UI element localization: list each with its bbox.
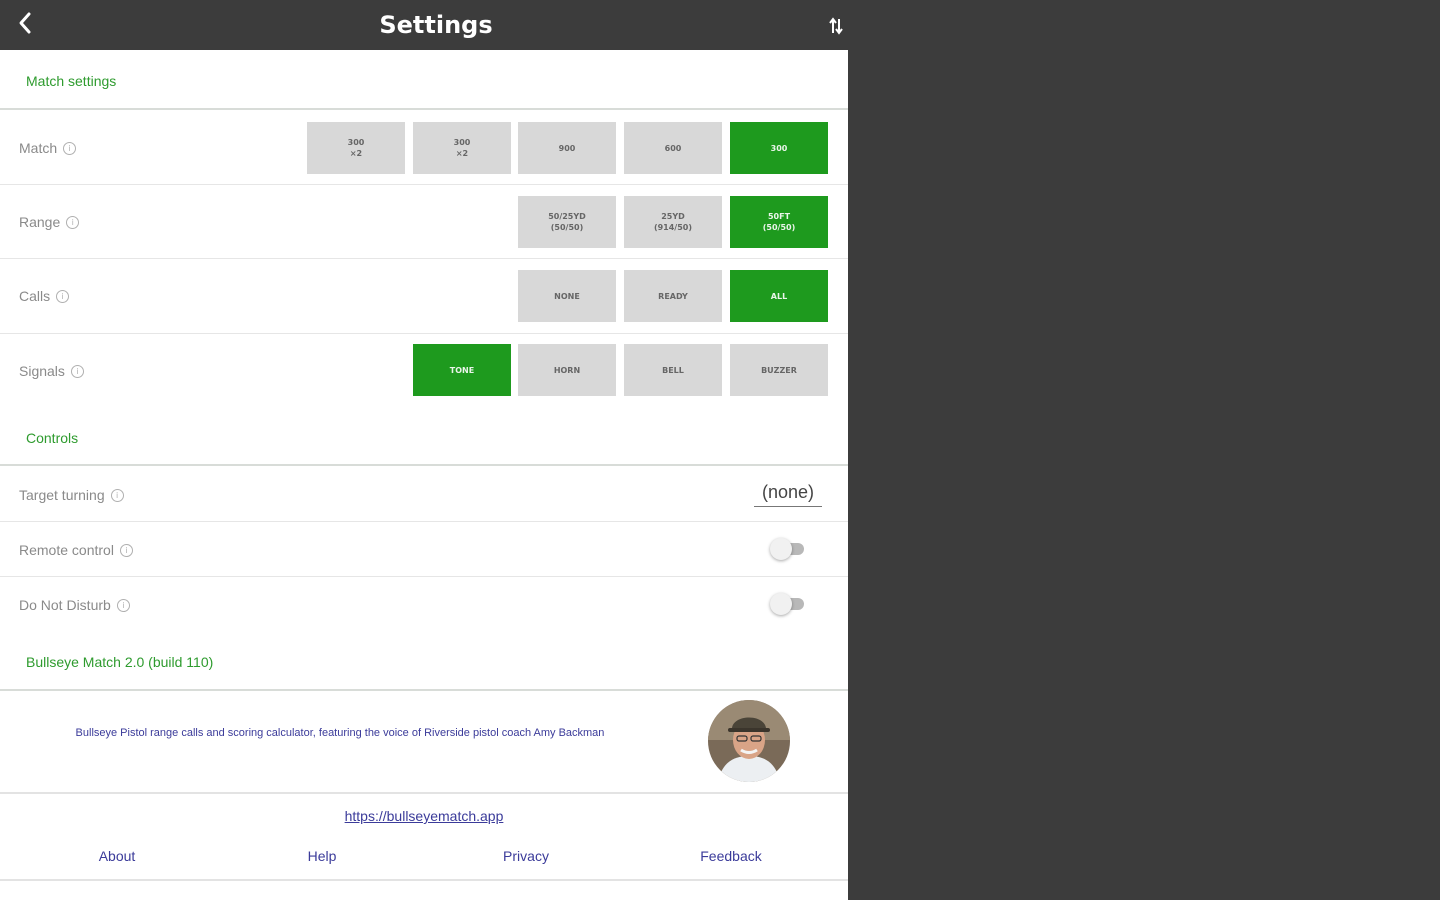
match-label: Match i — [19, 140, 77, 156]
divider — [0, 464, 848, 466]
calls-option-none[interactable]: NONE — [518, 270, 616, 322]
remote-control-label: Remote control i — [19, 542, 133, 558]
signals-option-tone[interactable]: TONE — [413, 344, 511, 396]
calls-label-text: Calls — [19, 288, 51, 304]
divider — [0, 689, 848, 691]
range-option-50-25yd[interactable]: 50/25YD (50/50) — [518, 196, 616, 248]
signals-label: Signals i — [19, 363, 84, 379]
divider — [0, 521, 848, 522]
divider — [0, 108, 848, 110]
app-description: Bullseye Pistol range calls and scoring … — [75, 727, 605, 739]
do-not-disturb-label-text: Do Not Disturb — [19, 597, 111, 613]
info-icon[interactable]: i — [56, 289, 70, 303]
divider — [0, 879, 848, 881]
do-not-disturb-toggle[interactable] — [770, 593, 804, 615]
match-option-600[interactable]: 600 — [624, 122, 722, 174]
range-label: Range i — [19, 214, 80, 230]
info-icon[interactable]: i — [119, 543, 133, 557]
match-option-300x2-b[interactable]: 300 ×2 — [413, 122, 511, 174]
divider — [0, 184, 848, 185]
remote-control-toggle[interactable] — [770, 538, 804, 560]
coach-avatar — [708, 700, 790, 782]
match-option-300[interactable]: 300 — [730, 122, 828, 174]
signals-option-horn[interactable]: HORN — [518, 344, 616, 396]
signals-label-text: Signals — [19, 363, 65, 379]
toggle-knob — [770, 538, 792, 560]
sort-button[interactable] — [824, 14, 848, 38]
range-option-50ft[interactable]: 50FT (50/50) — [730, 196, 828, 248]
target-turning-label: Target turning i — [19, 487, 124, 503]
match-label-text: Match — [19, 140, 58, 156]
do-not-disturb-label: Do Not Disturb i — [19, 597, 130, 613]
person-photo-icon — [708, 700, 790, 782]
range-option-25yd[interactable]: 25YD (914/50) — [624, 196, 722, 248]
info-icon[interactable]: i — [116, 598, 130, 612]
calls-label: Calls i — [19, 288, 70, 304]
page-title: Settings — [379, 11, 493, 39]
about-link[interactable]: About — [57, 848, 177, 864]
section-header-match-settings: Match settings — [26, 73, 117, 89]
divider — [0, 258, 848, 259]
sort-icon — [829, 17, 843, 35]
info-icon[interactable]: i — [70, 364, 84, 378]
target-turning-select[interactable]: (none) — [754, 482, 822, 507]
help-link[interactable]: Help — [262, 848, 382, 864]
info-icon[interactable]: i — [63, 141, 77, 155]
privacy-link[interactable]: Privacy — [466, 848, 586, 864]
info-icon[interactable]: i — [66, 215, 80, 229]
signals-option-bell[interactable]: BELL — [624, 344, 722, 396]
divider — [0, 333, 848, 334]
divider — [0, 792, 848, 794]
target-turning-label-text: Target turning — [19, 487, 105, 503]
version-label: Bullseye Match 2.0 (build 110) — [26, 654, 214, 670]
section-header-controls: Controls — [26, 430, 79, 446]
website-link[interactable]: https://bullseyematch.app — [0, 808, 848, 824]
signals-option-buzzer[interactable]: BUZZER — [730, 344, 828, 396]
info-icon[interactable]: i — [110, 488, 124, 502]
calls-option-ready[interactable]: READY — [624, 270, 722, 322]
toggle-knob — [770, 593, 792, 615]
app-bar: Settings — [0, 0, 848, 50]
match-option-900[interactable]: 900 — [518, 122, 616, 174]
range-label-text: Range — [19, 214, 61, 230]
divider — [0, 576, 848, 577]
feedback-link[interactable]: Feedback — [671, 848, 791, 864]
match-option-300x2-a[interactable]: 300 ×2 — [307, 122, 405, 174]
remote-control-label-text: Remote control — [19, 542, 114, 558]
settings-panel: Match settings Match i 300 ×2 300 ×2 900… — [0, 50, 848, 900]
calls-option-all[interactable]: ALL — [730, 270, 828, 322]
